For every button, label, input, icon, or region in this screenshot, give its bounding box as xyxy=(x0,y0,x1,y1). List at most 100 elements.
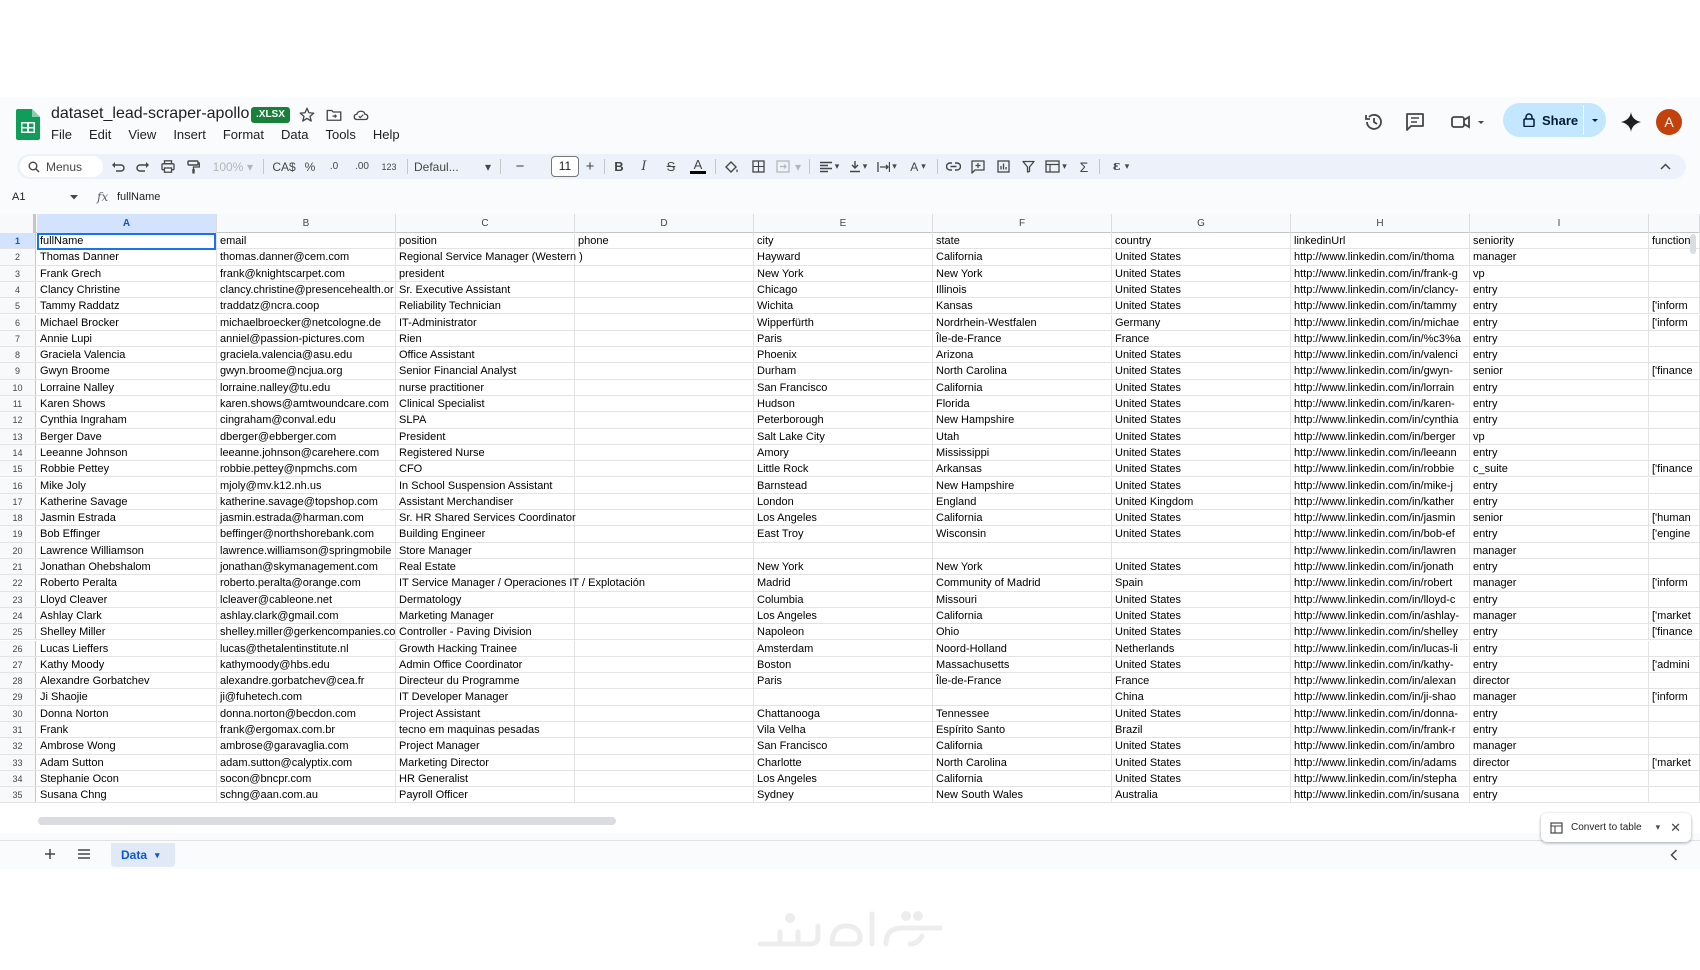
row-header[interactable]: 11 xyxy=(0,396,36,412)
cell-phone[interactable] xyxy=(575,754,754,770)
cell-linkedin-url[interactable]: http://www.linkedin.com/in/jasmin xyxy=(1291,510,1470,526)
zoom-chevron-down-icon[interactable]: ▾ xyxy=(245,158,255,175)
cell-fullname[interactable]: Susana Chng xyxy=(37,787,217,803)
row-header[interactable]: 18 xyxy=(0,510,36,526)
cell-position[interactable]: HR Generalist xyxy=(396,770,575,787)
cell-phone[interactable] xyxy=(575,542,754,558)
cell-position[interactable]: Marketing Director xyxy=(396,754,575,770)
column-header-f[interactable]: F xyxy=(933,214,1112,233)
cell-linkedin-url[interactable]: http://www.linkedin.com/in/%c3%a xyxy=(1291,330,1470,347)
cell-function[interactable] xyxy=(1649,640,1700,656)
cell-fullname[interactable]: Clancy Christine xyxy=(37,281,217,298)
cell-phone[interactable] xyxy=(575,493,754,510)
gemini-sparkle-icon[interactable] xyxy=(1619,110,1643,134)
row-header[interactable]: 30 xyxy=(0,705,36,721)
cell-state[interactable]: England xyxy=(933,493,1112,510)
convert-options-chevron-down-icon[interactable]: ▾ xyxy=(1656,822,1661,833)
cell-linkedin-url[interactable]: http://www.linkedin.com/in/berger xyxy=(1291,428,1470,444)
cell-state[interactable]: Noord-Holland xyxy=(933,640,1112,656)
cell-seniority[interactable]: vp xyxy=(1470,265,1649,281)
cell-city[interactable]: Columbia xyxy=(754,591,933,607)
cell-function[interactable] xyxy=(1649,396,1700,412)
cell-linkedin-url[interactable]: http://www.linkedin.com/in/frank-r xyxy=(1291,722,1470,738)
cell-phone[interactable] xyxy=(575,330,754,347)
cell-function[interactable]: ['engine xyxy=(1649,526,1700,542)
cell-position[interactable]: Project Assistant xyxy=(396,705,575,721)
menu-data[interactable]: Data xyxy=(281,127,316,142)
document-title[interactable]: dataset_lead-scraper-apollo xyxy=(51,105,249,123)
cell-position[interactable]: Controller - Paving Division xyxy=(396,624,575,640)
cell-country[interactable]: Germany xyxy=(1112,314,1291,330)
cell-fullname[interactable]: Robbie Pettey xyxy=(37,461,217,477)
cell-seniority[interactable]: manager xyxy=(1470,249,1649,265)
cell-fullname[interactable]: Michael Brocker xyxy=(37,314,217,330)
cell-phone[interactable] xyxy=(575,477,754,493)
cell-country[interactable]: United Kingdom xyxy=(1112,493,1291,510)
cell-state[interactable]: New South Wales xyxy=(933,787,1112,803)
cell-function[interactable] xyxy=(1649,559,1700,575)
cell-email[interactable]: graciela.valencia@asu.edu xyxy=(217,347,396,363)
cell-country[interactable]: France xyxy=(1112,673,1291,689)
cell-function[interactable] xyxy=(1649,477,1700,493)
row-header[interactable]: 28 xyxy=(0,673,36,689)
cell-email[interactable]: leeanne.johnson@carehere.com xyxy=(217,444,396,461)
cell-seniority[interactable]: entry xyxy=(1470,559,1649,575)
cell-linkedin-url[interactable]: http://www.linkedin.com/in/kather xyxy=(1291,493,1470,510)
merge-chevron-down-icon[interactable]: ▾ xyxy=(793,158,803,175)
cell-country[interactable]: China xyxy=(1112,689,1291,705)
redo-button[interactable] xyxy=(134,158,152,175)
cell-phone[interactable] xyxy=(575,510,754,526)
cell-state[interactable]: Missouri xyxy=(933,591,1112,607)
cell-phone[interactable] xyxy=(575,787,754,803)
cell-seniority[interactable]: entry xyxy=(1470,787,1649,803)
cell-position[interactable]: Regional Service Manager (Western ) xyxy=(396,249,583,265)
cell-email[interactable]: schng@aan.com.au xyxy=(217,787,396,803)
cell-phone[interactable] xyxy=(575,673,754,689)
cell-state[interactable]: New Hampshire xyxy=(933,412,1112,428)
row-header[interactable]: 20 xyxy=(0,542,36,558)
cell-phone[interactable] xyxy=(575,265,754,281)
row-header[interactable]: 23 xyxy=(0,591,36,607)
cell-seniority[interactable]: entry xyxy=(1470,330,1649,347)
input-tools-button[interactable]: ε ▾ xyxy=(1106,158,1136,175)
cell-city[interactable]: Peterborough xyxy=(754,412,933,428)
cell-fullname[interactable]: Ambrose Wong xyxy=(37,738,217,754)
cell-linkedin-url[interactable]: http://www.linkedin.com/in/michae xyxy=(1291,314,1470,330)
column-header-c[interactable]: C xyxy=(396,214,575,233)
cell-fullname[interactable]: Cynthia Ingraham xyxy=(37,412,217,428)
cell-function[interactable] xyxy=(1649,542,1700,558)
cell-seniority[interactable]: entry xyxy=(1470,493,1649,510)
cell-phone[interactable] xyxy=(575,281,754,298)
row-header[interactable]: 33 xyxy=(0,754,36,770)
cell-position[interactable]: Senior Financial Analyst xyxy=(396,363,575,379)
cell-phone[interactable] xyxy=(575,298,754,314)
cell-phone[interactable]: phone xyxy=(575,233,754,249)
cell-phone[interactable] xyxy=(575,591,754,607)
cell-country[interactable]: United States xyxy=(1112,559,1291,575)
cell-email[interactable]: shelley.miller@gerkencompanies.co xyxy=(217,624,396,640)
cell-state[interactable]: Espírito Santo xyxy=(933,722,1112,738)
cell-function[interactable]: ['market xyxy=(1649,607,1700,624)
paint-format-button[interactable] xyxy=(184,158,202,175)
cell-city[interactable]: San Francisco xyxy=(754,379,933,395)
cell-phone[interactable] xyxy=(575,624,754,640)
cell-function[interactable]: ['inform xyxy=(1649,314,1700,330)
cell-function[interactable]: ['finance xyxy=(1649,461,1700,477)
italic-button[interactable]: I xyxy=(636,158,652,175)
cell-country[interactable]: country xyxy=(1112,233,1291,249)
cell-state[interactable] xyxy=(933,542,1112,558)
borders-button[interactable] xyxy=(750,158,766,175)
column-header-a[interactable]: A xyxy=(37,214,217,233)
cell-linkedin-url[interactable]: http://www.linkedin.com/in/lloyd-c xyxy=(1291,591,1470,607)
cell-linkedin-url[interactable]: http://www.linkedin.com/in/lawren xyxy=(1291,542,1470,558)
cell-fullname[interactable]: Lloyd Cleaver xyxy=(37,591,217,607)
row-header[interactable]: 1 xyxy=(0,233,36,249)
cell-fullname[interactable]: Thomas Danner xyxy=(37,249,217,265)
cell-city[interactable]: San Francisco xyxy=(754,738,933,754)
font-size-input[interactable]: 11 xyxy=(551,156,579,177)
cell-fullname[interactable]: Gwyn Broome xyxy=(37,363,217,379)
cell-state[interactable]: California xyxy=(933,249,1112,265)
column-header-h[interactable]: H xyxy=(1291,214,1470,233)
cell-country[interactable]: United States xyxy=(1112,607,1291,624)
menu-format[interactable]: Format xyxy=(223,127,272,142)
